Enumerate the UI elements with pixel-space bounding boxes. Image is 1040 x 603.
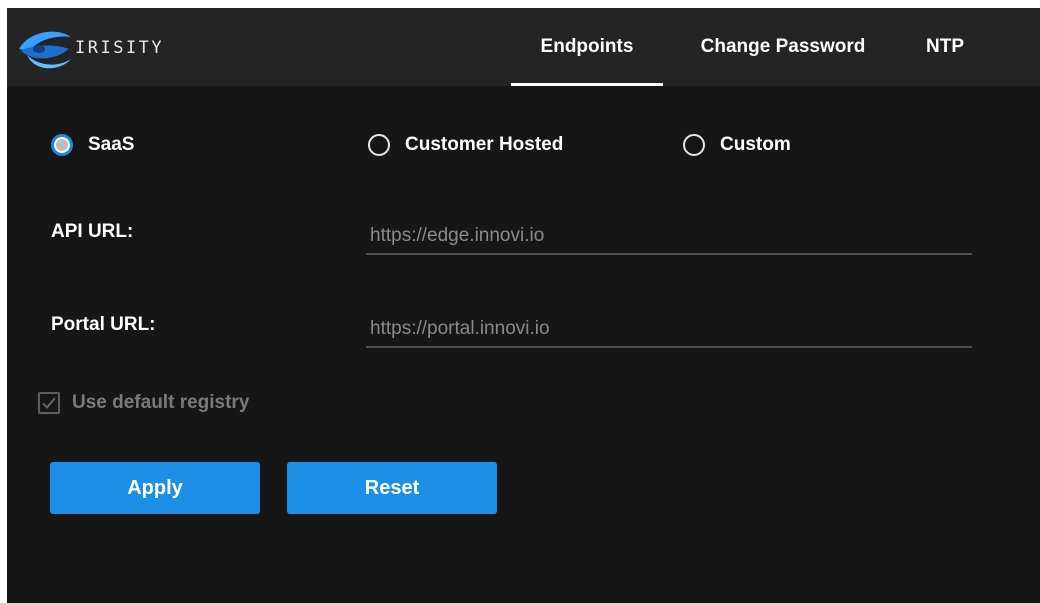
portal-url-input[interactable] bbox=[366, 314, 972, 348]
irisity-logo-icon bbox=[19, 31, 71, 69]
radio-custom[interactable]: Custom bbox=[683, 130, 791, 160]
portal-url-label: Portal URL: bbox=[51, 314, 156, 335]
radio-customer-hosted-label: Customer Hosted bbox=[405, 134, 564, 155]
api-url-label: API URL: bbox=[51, 221, 134, 242]
radio-unchecked-icon bbox=[368, 134, 390, 156]
apply-button[interactable]: Apply bbox=[50, 462, 260, 514]
top-navigation-bar: IRISITY Endpoints Change Password NTP bbox=[7, 8, 1040, 86]
radio-saas-label: SaaS bbox=[88, 134, 135, 155]
use-default-registry-checkbox[interactable]: Use default registry bbox=[38, 392, 249, 414]
tab-endpoints[interactable]: Endpoints bbox=[511, 8, 663, 86]
tab-change-password[interactable]: Change Password bbox=[675, 8, 891, 86]
settings-window: IRISITY Endpoints Change Password NTP Sa… bbox=[7, 8, 1040, 603]
brand-name: IRISITY bbox=[75, 38, 165, 58]
radio-unchecked-icon bbox=[683, 134, 705, 156]
api-url-input[interactable] bbox=[366, 221, 972, 255]
radio-customer-hosted[interactable]: Customer Hosted bbox=[368, 130, 563, 160]
checkbox-checked-icon bbox=[38, 392, 60, 414]
use-default-registry-label: Use default registry bbox=[72, 392, 250, 413]
reset-button[interactable]: Reset bbox=[287, 462, 497, 514]
tab-ntp[interactable]: NTP bbox=[915, 8, 975, 86]
radio-saas[interactable]: SaaS bbox=[51, 130, 134, 160]
radio-custom-label: Custom bbox=[720, 134, 791, 155]
radio-checked-icon bbox=[51, 134, 73, 156]
hosting-options: SaaS Customer Hosted Custom bbox=[7, 130, 1040, 160]
